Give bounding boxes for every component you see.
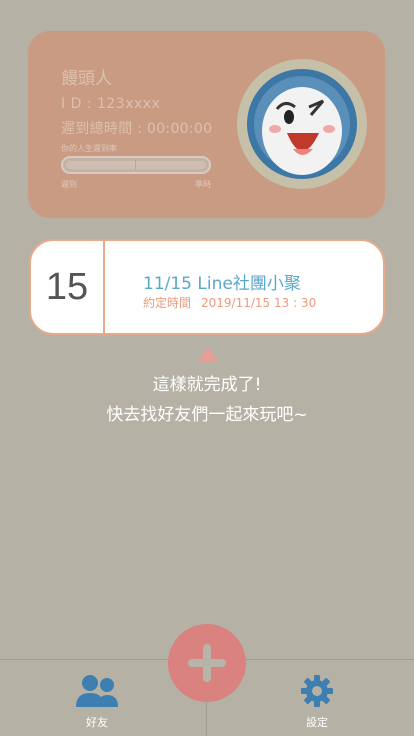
tab-settings[interactable]: 設定 xyxy=(257,660,377,736)
tab-friends-label: 好友 xyxy=(86,716,108,729)
profile-name: 饅頭人 xyxy=(61,69,112,89)
event-time: 約定時間 2019/11/15 13 : 30 xyxy=(143,294,326,311)
gear-icon xyxy=(301,675,333,707)
profile-card: 饅頭人 I D : 123xxxx 遲到總時間 : 00:00:00 你的人生遲… xyxy=(28,31,385,218)
late-label: 遲到 xyxy=(61,180,77,189)
ontime-label: 準時 xyxy=(195,180,211,189)
add-button[interactable] xyxy=(168,624,246,702)
line-character-avatar-icon xyxy=(247,69,357,179)
late-total-time: 遲到總時間 : 00:00:00 xyxy=(61,121,213,137)
avatar[interactable] xyxy=(237,59,367,189)
event-card[interactable]: 15 11/15 Line社團小聚 約定時間 2019/11/15 13 : 30 xyxy=(29,239,385,335)
pointer-triangle-icon xyxy=(198,347,218,361)
hint-line-2: 快去找好友們一起來玩吧~ xyxy=(106,405,308,425)
late-rate-title: 你的人生遲到率 xyxy=(61,144,117,153)
event-title: 11/15 Line社團小聚 xyxy=(143,274,301,294)
event-time-value: 2019/11/15 13 : 30 xyxy=(201,296,317,310)
event-time-label: 約定時間 xyxy=(143,296,192,310)
tab-settings-label: 設定 xyxy=(306,716,328,729)
late-rate-bar xyxy=(61,156,211,174)
hint-line-1: 這樣就完成了! xyxy=(152,375,262,395)
late-rate-bar-track xyxy=(66,161,206,169)
tab-friends[interactable]: 好友 xyxy=(37,660,157,736)
profile-id: I D : 123xxxx xyxy=(61,96,161,112)
friends-icon xyxy=(76,675,118,707)
plus-icon-vertical xyxy=(203,644,211,682)
late-rate-bar-marker xyxy=(135,160,136,170)
event-day: 15 xyxy=(31,241,105,333)
